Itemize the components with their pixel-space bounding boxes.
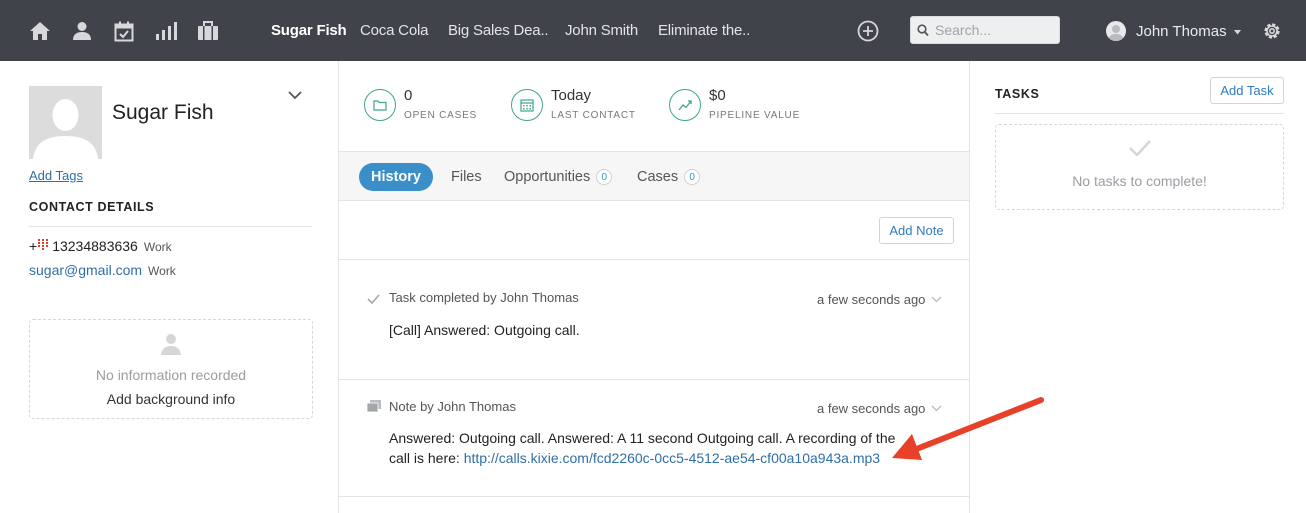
cases-count-badge: 0 <box>684 169 701 185</box>
contact-name: Sugar Fish <box>112 101 214 124</box>
home-icon[interactable] <box>28 19 52 43</box>
divider <box>995 113 1284 114</box>
avatar <box>1106 21 1126 41</box>
annotation-arrow-icon <box>892 397 1044 460</box>
history-note-body: Answered: Outgoing call. Answered: A 11 … <box>389 428 929 468</box>
open-cases-label: OPEN CASES <box>404 110 478 121</box>
tab-john-smith[interactable]: John Smith <box>565 22 638 39</box>
pipeline-label: PIPELINE VALUE <box>709 110 801 121</box>
folder-icon <box>364 89 396 121</box>
tab-opportunities-label: Opportunities <box>504 169 591 185</box>
history-entry-body: [Call] Answered: Outgoing call. <box>389 322 580 338</box>
person-silhouette-icon <box>33 99 98 159</box>
user-menu[interactable]: John Thomas <box>1106 20 1241 42</box>
briefcase-icon[interactable] <box>196 19 220 43</box>
tab-big-sales-deal[interactable]: Big Sales Dea.. <box>448 22 549 39</box>
search-icon <box>917 24 929 37</box>
tasks-empty-box: No tasks to complete! <box>995 124 1284 210</box>
last-contact-label: LAST CONTACT <box>551 110 636 121</box>
user-name: John Thomas <box>1136 22 1227 40</box>
tab-eliminate[interactable]: Eliminate the.. <box>658 22 750 39</box>
stat-open-cases[interactable]: 0 OPEN CASES <box>364 87 484 123</box>
tab-opportunities[interactable]: Opportunities 0 <box>504 163 613 191</box>
top-navigation-bar: Sugar Fish Coca Cola Big Sales Dea.. Joh… <box>0 0 1306 61</box>
stat-last-contact[interactable]: Today LAST CONTACT <box>511 87 641 123</box>
add-new-icon[interactable] <box>857 20 879 42</box>
chevron-down-icon[interactable] <box>287 88 303 105</box>
add-background-info-link[interactable]: Add background info <box>30 391 312 407</box>
checkmark-icon <box>1129 140 1151 156</box>
caret-down-icon <box>1233 29 1241 34</box>
search-box[interactable] <box>910 16 1060 44</box>
no-information-text: No information recorded <box>95 367 247 383</box>
note-text-line: Answered: Outgoing call. Answered: A 11 … <box>389 430 896 446</box>
stat-pipeline-value[interactable]: $0 PIPELINE VALUE <box>669 87 809 123</box>
person-icon[interactable] <box>70 19 94 43</box>
pipeline-value: $0 <box>709 87 726 104</box>
calendar-icon <box>511 89 543 121</box>
open-cases-value: 0 <box>404 87 413 104</box>
note-text-line: call is here: http://calls.kixie.com/fcd… <box>389 448 929 468</box>
chevron-down-icon <box>931 296 942 303</box>
note-text-prefix: call is here: <box>389 450 464 466</box>
email-row: sugar@gmail.com Work <box>29 262 176 278</box>
divider <box>339 379 969 380</box>
contact-photo[interactable] <box>29 86 102 159</box>
note-icon <box>366 400 381 415</box>
divider <box>29 226 312 227</box>
column-divider <box>338 61 339 513</box>
gear-icon[interactable] <box>1261 20 1283 42</box>
last-contact-value: Today <box>551 87 592 104</box>
divider <box>339 496 969 497</box>
history-entry-time-text: a few seconds ago <box>817 292 926 307</box>
tasks-heading: TASKS <box>995 87 1040 101</box>
contact-details-heading: CONTACT DETAILS <box>29 200 155 214</box>
history-entry-title: Note by John Thomas <box>389 399 516 414</box>
history-entry-time[interactable]: a few seconds ago <box>817 292 942 307</box>
add-task-button[interactable]: Add Task <box>1210 77 1284 104</box>
tab-cases-label: Cases <box>637 169 679 185</box>
tab-sugar-fish[interactable]: Sugar Fish <box>271 22 347 39</box>
tab-coca-cola[interactable]: Coca Cola <box>360 22 428 39</box>
history-entry-title: Task completed by John Thomas <box>389 290 579 305</box>
calendar-check-icon[interactable] <box>112 19 136 43</box>
checkmark-icon <box>367 292 380 307</box>
recording-link[interactable]: http://calls.kixie.com/fcd2260c-0cc5-451… <box>464 450 880 466</box>
dialpad-icon[interactable] <box>38 239 49 251</box>
phone-type: Work <box>143 240 172 254</box>
person-icon <box>161 334 181 355</box>
trend-line-icon <box>669 89 701 121</box>
bar-chart-icon[interactable] <box>154 19 178 43</box>
tab-files[interactable]: Files <box>451 163 482 191</box>
add-note-button[interactable]: Add Note <box>879 217 954 244</box>
tab-cases[interactable]: Cases 0 <box>637 163 701 191</box>
add-tags-link[interactable]: Add Tags <box>29 168 83 183</box>
email-type: Work <box>148 264 176 278</box>
tab-history[interactable]: History <box>359 163 433 191</box>
phone-prefix: + <box>29 238 38 254</box>
no-tasks-text: No tasks to complete! <box>1072 173 1207 189</box>
record-tabs-bar: History Files Opportunities 0 Cases 0 <box>339 151 969 201</box>
phone-row: + 13234883636 Work <box>29 238 172 254</box>
email-link[interactable]: sugar@gmail.com <box>29 262 142 278</box>
phone-number[interactable]: 13234883636 <box>52 238 138 254</box>
background-info-box: No information recorded Add background i… <box>29 319 313 419</box>
divider <box>339 259 969 260</box>
opportunities-count-badge: 0 <box>596 169 613 185</box>
search-input[interactable] <box>935 21 1055 39</box>
